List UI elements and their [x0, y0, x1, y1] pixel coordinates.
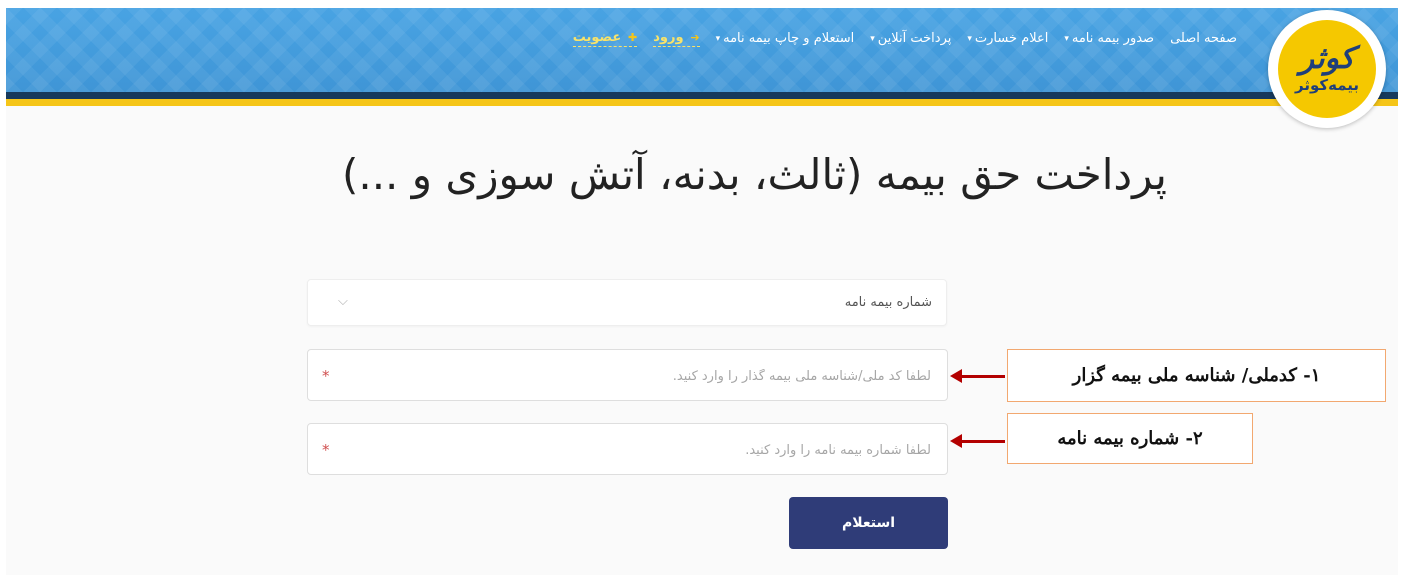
- annotation-note-1: ۱- کدملی/ شناسه ملی بیمه گزار: [1007, 349, 1386, 402]
- site-logo[interactable]: کوثر بیمه‌کوثر: [1278, 20, 1376, 118]
- caret-down-icon: ▾: [967, 33, 972, 44]
- nav-claims-label: اعلام خسارت: [974, 31, 1049, 46]
- policy-number-field: *: [307, 423, 948, 475]
- logo-text: بیمه‌کوثر: [1295, 76, 1359, 94]
- page-title: پرداخت حق بیمه (ثالث، بدنه، آتش سوزی و .…: [341, 150, 1167, 199]
- national-id-input[interactable]: [348, 362, 933, 390]
- header-stripe-yellow: [6, 99, 1398, 106]
- nav-inquiry-print[interactable]: استعلام و چاپ بیمه نامه ▾: [716, 31, 855, 46]
- annotation-note-2: ۲- شماره بیمه نامه: [1007, 413, 1253, 464]
- required-asterisk: *: [322, 441, 330, 459]
- nav-online-payment-label: پرداخت آنلاین: [877, 31, 952, 46]
- sign-in-icon: ➔: [690, 30, 700, 44]
- nav-online-payment[interactable]: پرداخت آنلاین ▾: [870, 31, 951, 46]
- select-value: شماره بیمه نامه: [844, 295, 932, 310]
- logo-glyph: کوثر: [1299, 41, 1357, 76]
- nav-issue-policy[interactable]: صدور بیمه نامه ▾: [1064, 31, 1154, 46]
- main-nav: صفحه اصلی صدور بیمه نامه ▾ اعلام خسارت ▾ پ…: [572, 30, 1237, 47]
- site-header: [6, 8, 1398, 92]
- chevron-down-icon: ⌵: [338, 294, 348, 309]
- caret-down-icon: ▾: [1064, 33, 1069, 44]
- nav-issue-policy-label: صدور بیمه نامه: [1071, 31, 1155, 46]
- login-label: ورود: [653, 30, 684, 45]
- nav-home[interactable]: صفحه اصلی: [1170, 31, 1237, 46]
- required-asterisk: *: [322, 367, 330, 385]
- nav-inquiry-print-label: استعلام و چاپ بیمه نامه: [723, 31, 855, 46]
- register-label: عضویت: [572, 30, 622, 45]
- login-link[interactable]: ➔ ورود: [653, 30, 700, 47]
- annotation-arrow-2: [950, 434, 1005, 448]
- inquiry-button[interactable]: استعلام: [789, 497, 948, 549]
- nav-home-label: صفحه اصلی: [1170, 31, 1237, 46]
- policy-number-input[interactable]: [348, 436, 933, 464]
- caret-down-icon: ▾: [870, 33, 875, 44]
- nav-claims[interactable]: اعلام خسارت ▾: [967, 31, 1048, 46]
- inquiry-type-select[interactable]: شماره بیمه نامه ⌵: [307, 279, 947, 326]
- caret-down-icon: ▾: [715, 33, 721, 44]
- annotation-arrow-1: [950, 369, 1005, 383]
- national-id-field: *: [307, 349, 948, 401]
- header-stripe-dark: [6, 92, 1398, 99]
- add-user-icon: ✚: [628, 30, 638, 44]
- register-link[interactable]: ✚ عضویت: [572, 30, 638, 47]
